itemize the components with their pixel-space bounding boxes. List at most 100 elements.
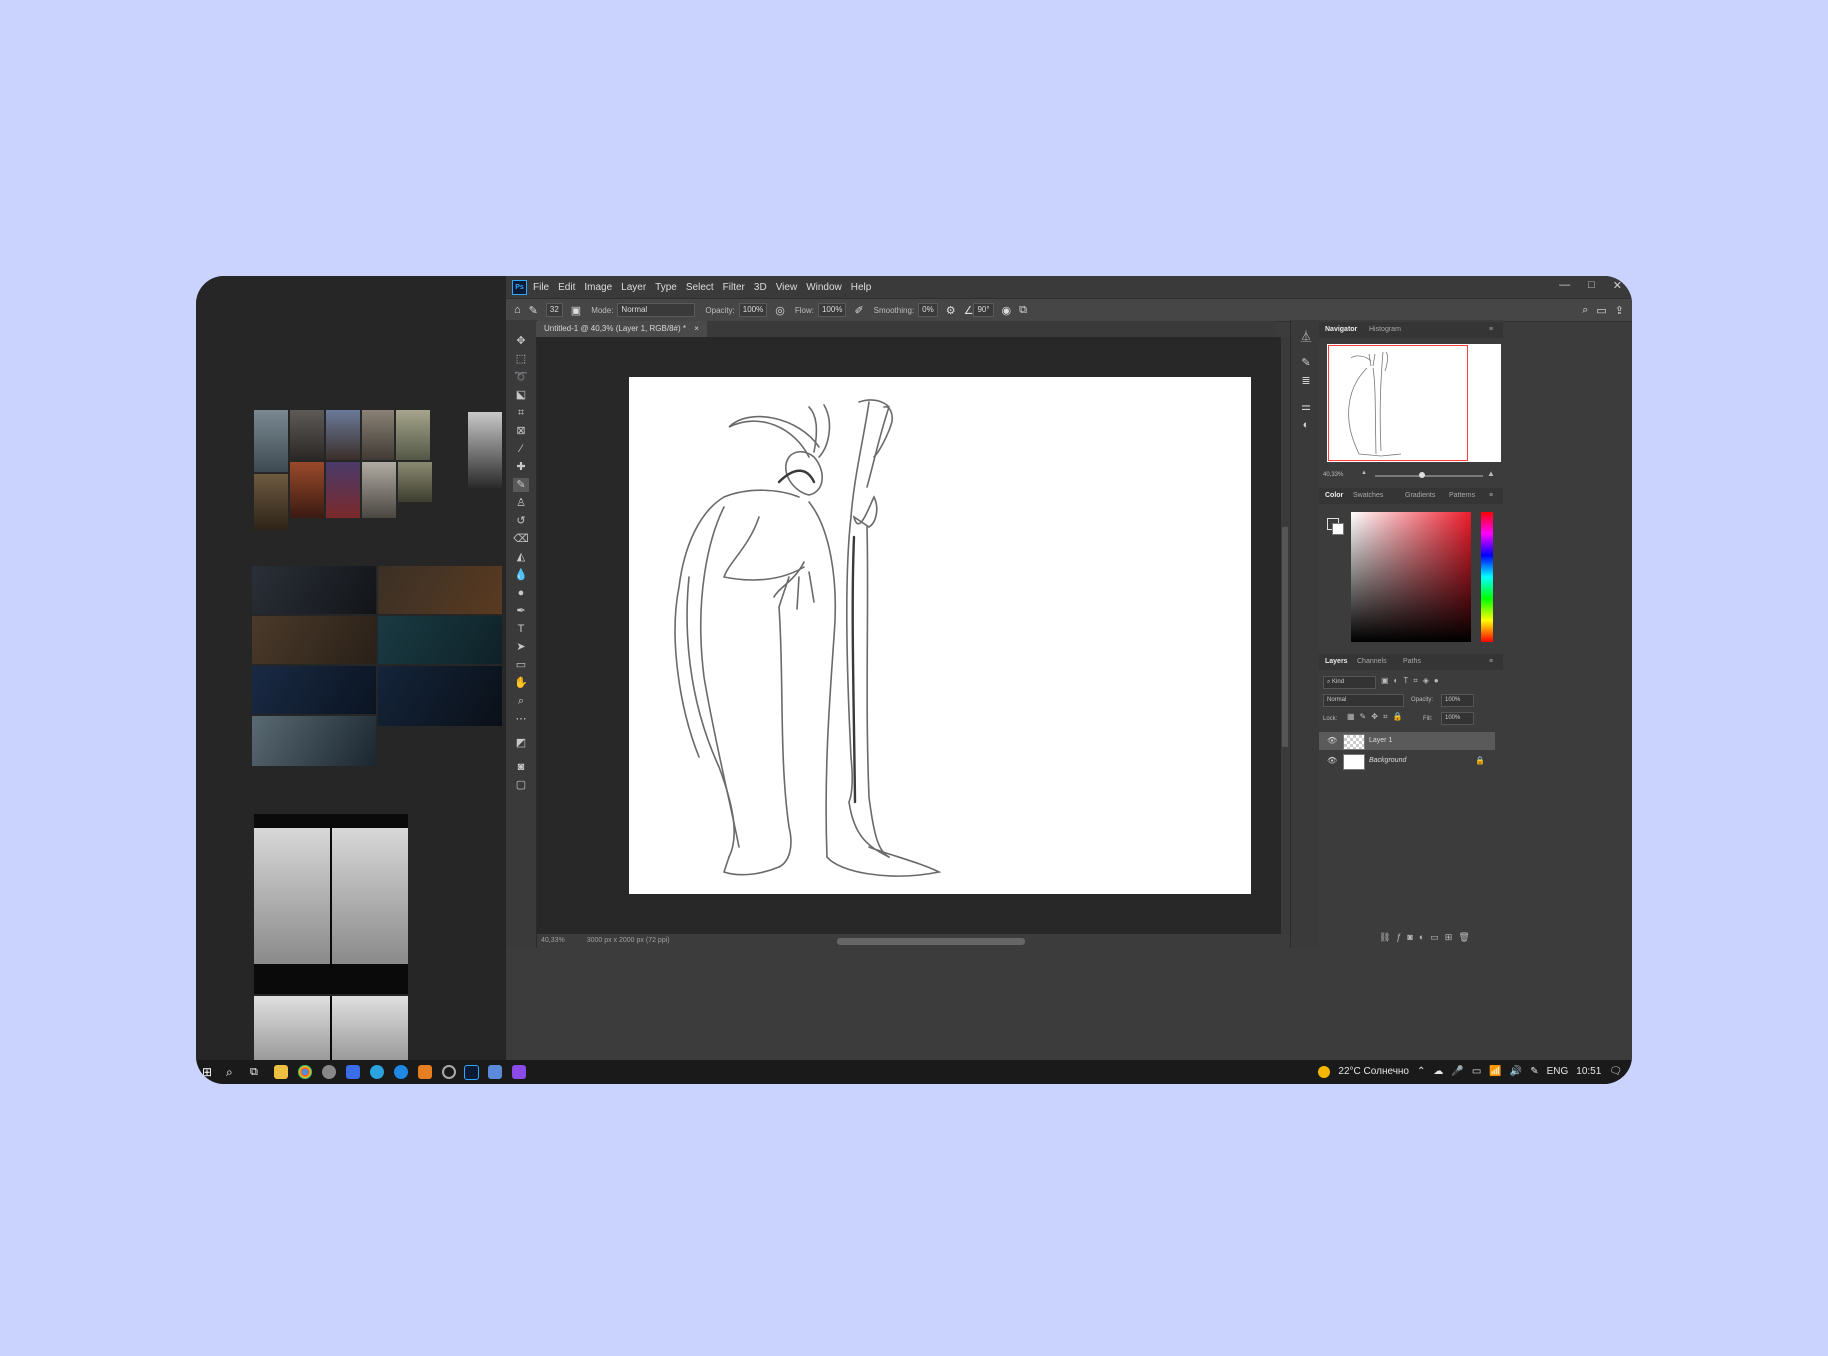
layer-fill-field[interactable]: 100%: [1441, 712, 1474, 725]
pose-photo-strip-2[interactable]: [254, 996, 408, 1060]
tab-channels[interactable]: Channels: [1357, 654, 1387, 670]
symmetry-icon[interactable]: ⧉: [1019, 304, 1027, 317]
lasso-tool-icon[interactable]: ➰: [513, 370, 529, 384]
lock-icons[interactable]: ▦✎✥⌗🔒: [1347, 712, 1407, 722]
menu-layer[interactable]: Layer: [621, 282, 646, 293]
reference-still-3[interactable]: [252, 616, 376, 664]
reference-still-7[interactable]: [252, 716, 376, 766]
tab-gradients[interactable]: Gradients: [1405, 488, 1435, 504]
reference-image-characters-5[interactable]: [396, 410, 430, 460]
path-selection-tool-icon[interactable]: ➤: [513, 640, 529, 654]
reference-image-characters-6[interactable]: [254, 474, 288, 530]
pen-tool-icon[interactable]: ✒: [513, 604, 529, 618]
angle-field[interactable]: 90°: [973, 303, 994, 317]
brush-tool-icon[interactable]: ✎: [513, 478, 529, 492]
reference-still-5[interactable]: [252, 666, 376, 714]
adjustments-panel-icon[interactable]: ◐: [1299, 418, 1313, 432]
layer-row-background[interactable]: 👁 Background 🔒: [1319, 752, 1495, 770]
workspace-icon[interactable]: ▭: [1596, 304, 1606, 317]
object-selection-tool-icon[interactable]: ⬕: [513, 388, 529, 402]
brush-settings-icon[interactable]: ▣: [571, 304, 581, 317]
layer-filter-icons[interactable]: ▣◐T⌗◈●: [1381, 676, 1444, 686]
task-view-icon[interactable]: ⧉: [250, 1065, 264, 1079]
pressure-size-icon[interactable]: ◉: [1002, 304, 1012, 317]
smoothing-field[interactable]: 0%: [918, 303, 938, 317]
layers-footer-icons[interactable]: ⛓ƒ◙◐▭⊞🗑: [1379, 932, 1476, 943]
smoothing-options-gear-icon[interactable]: ⚙: [946, 304, 956, 317]
reference-still-6[interactable]: [378, 666, 502, 726]
reference-image-characters-4[interactable]: [362, 410, 394, 460]
visibility-eye-icon[interactable]: 👁: [1327, 756, 1337, 765]
layer-opacity-field[interactable]: 100%: [1441, 694, 1474, 707]
marquee-tool-icon[interactable]: ⬚: [513, 352, 529, 366]
skype-icon[interactable]: [394, 1065, 408, 1079]
tab-layers[interactable]: Layers: [1325, 654, 1348, 670]
notifications-icon[interactable]: 🗨: [1609, 1060, 1622, 1084]
chrome-icon[interactable]: [298, 1065, 312, 1079]
obs-icon[interactable]: [442, 1065, 456, 1079]
color-picker-field[interactable]: [1351, 512, 1471, 642]
history-panel-icon[interactable]: ⏅: [1299, 330, 1313, 344]
more-tools-icon[interactable]: ⋯: [513, 712, 529, 726]
brush-size-picker[interactable]: 32: [545, 303, 563, 317]
weather-text[interactable]: 22°C Солнечно: [1338, 1060, 1409, 1084]
clock[interactable]: 10:51: [1576, 1060, 1601, 1084]
opacity-field[interactable]: 100%: [738, 303, 768, 317]
home-icon[interactable]: ⌂: [514, 304, 521, 316]
foreground-background-color-icon[interactable]: ◩: [513, 736, 529, 750]
brush-tool-preset-icon[interactable]: ✎: [529, 304, 538, 317]
pose-photo-strip-1[interactable]: [254, 814, 408, 994]
vertical-scrollbar[interactable]: [1281, 337, 1289, 934]
reference-image-characters-9[interactable]: [362, 462, 396, 518]
reference-image-characters-1[interactable]: [254, 410, 288, 472]
panel-menu-icon[interactable]: ≡: [1489, 488, 1493, 504]
tab-paths[interactable]: Paths: [1403, 654, 1421, 670]
app-icon-purple[interactable]: [512, 1065, 526, 1079]
move-tool-icon[interactable]: ✥: [513, 334, 529, 348]
layer-filter-kind[interactable]: ⌕ Kind: [1323, 676, 1376, 689]
screen-mode-icon[interactable]: ▢: [513, 778, 529, 792]
menu-file[interactable]: File: [533, 282, 549, 293]
close-button[interactable]: ✕: [1613, 279, 1622, 292]
menu-select[interactable]: Select: [686, 282, 714, 293]
tray-chevron-up-icon[interactable]: ⌃: [1417, 1060, 1425, 1084]
language-indicator[interactable]: ENG: [1547, 1060, 1569, 1084]
menu-filter[interactable]: Filter: [723, 282, 745, 293]
vertical-scrollbar-thumb[interactable]: [1282, 527, 1288, 747]
reference-image-characters-7[interactable]: [290, 462, 324, 518]
document-canvas[interactable]: [629, 377, 1251, 894]
minimize-button[interactable]: —: [1559, 279, 1570, 292]
zoom-out-mountain-icon[interactable]: ▲: [1361, 470, 1367, 476]
reference-image-standing-figure[interactable]: [468, 412, 502, 488]
mode-select[interactable]: Normal: [617, 303, 696, 317]
tray-cloud-icon[interactable]: ☁: [1433, 1060, 1443, 1084]
tab-color[interactable]: Color: [1325, 488, 1343, 504]
weather-sun-icon[interactable]: [1318, 1066, 1331, 1078]
frame-tool-icon[interactable]: ⊠: [513, 424, 529, 438]
zoom-tool-icon[interactable]: ⌕: [513, 694, 529, 708]
reference-image-characters-3[interactable]: [326, 410, 360, 460]
dodge-tool-icon[interactable]: ●: [513, 586, 529, 600]
search-icon[interactable]: ⌕: [226, 1065, 240, 1079]
brush-settings-panel-icon[interactable]: ≣: [1299, 374, 1313, 388]
pressure-opacity-icon[interactable]: ◎: [775, 304, 785, 317]
navigator-zoom-slider-handle[interactable]: [1419, 472, 1425, 478]
menu-view[interactable]: View: [776, 282, 798, 293]
rectangle-tool-icon[interactable]: ▭: [513, 658, 529, 672]
file-explorer-icon[interactable]: [274, 1065, 288, 1079]
quick-mask-icon[interactable]: ◙: [513, 760, 529, 774]
tab-navigator[interactable]: Navigator: [1325, 322, 1357, 338]
tray-volume-icon[interactable]: 🔊: [1510, 1060, 1522, 1084]
visibility-eye-icon[interactable]: 👁: [1327, 736, 1337, 745]
menu-window[interactable]: Window: [806, 282, 842, 293]
menu-image[interactable]: Image: [584, 282, 612, 293]
paint-bucket-tool-icon[interactable]: ◭: [513, 550, 529, 564]
crop-tool-icon[interactable]: ⌗: [513, 406, 529, 420]
brush-panel-icon[interactable]: ✎: [1299, 356, 1313, 370]
hand-tool-icon[interactable]: ✋: [513, 676, 529, 690]
search-icon[interactable]: ⌕: [1582, 304, 1588, 317]
tab-swatches[interactable]: Swatches: [1353, 488, 1383, 504]
reference-board[interactable]: [196, 276, 506, 1060]
layer-row-layer-1[interactable]: 👁 Layer 1: [1319, 732, 1495, 750]
type-tool-icon[interactable]: T: [513, 622, 529, 636]
